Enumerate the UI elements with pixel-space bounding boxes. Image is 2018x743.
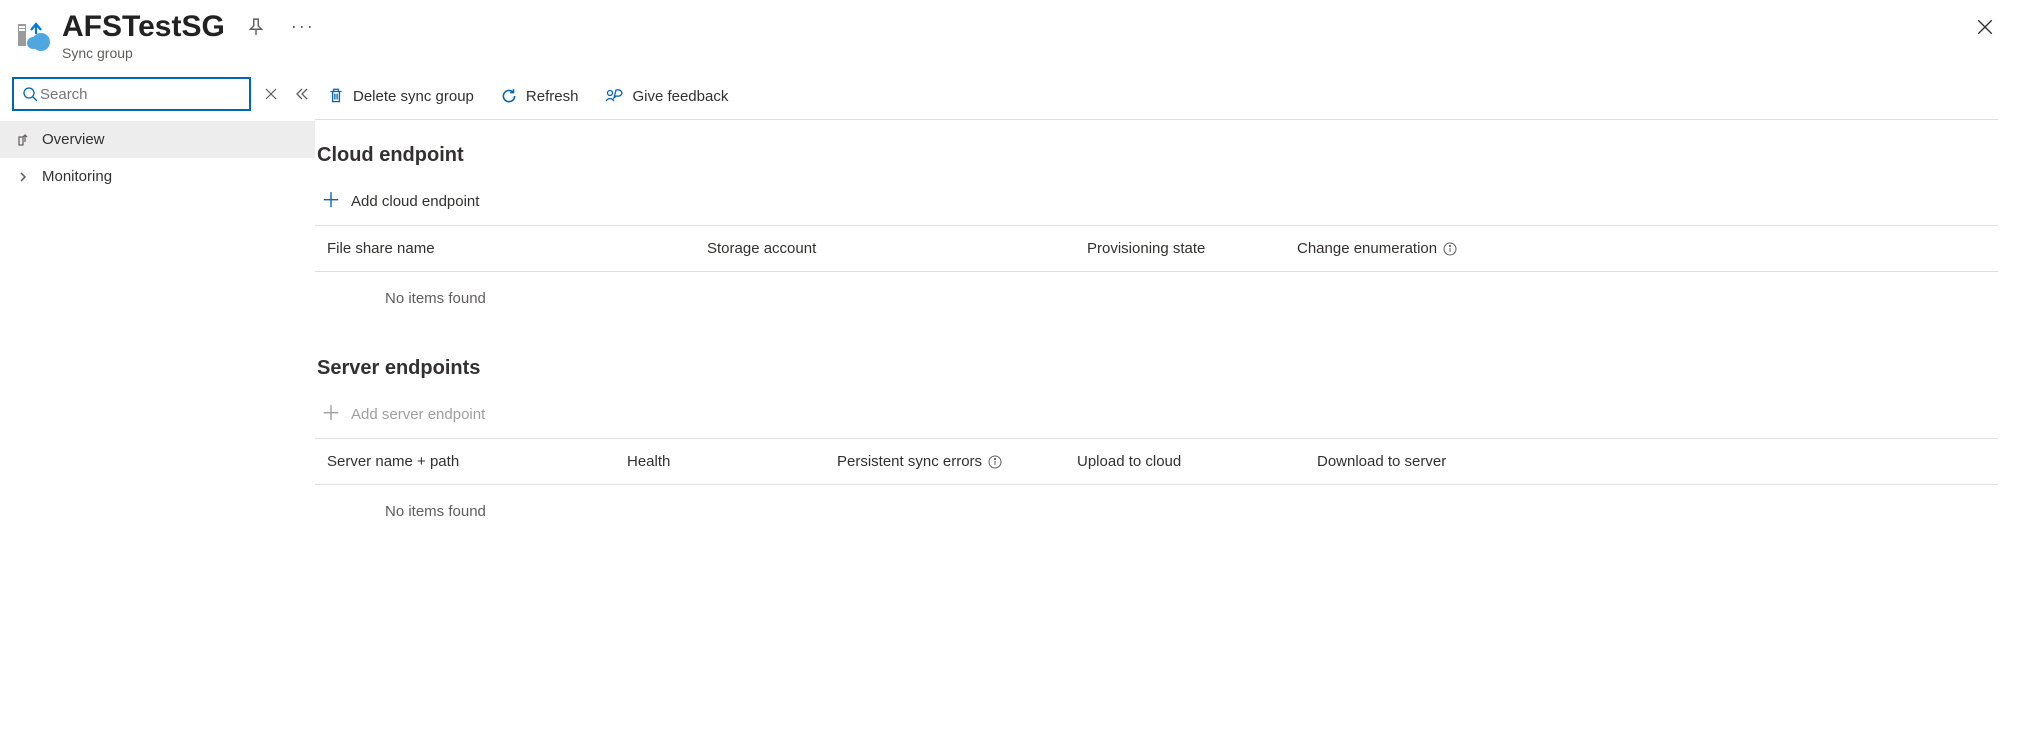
refresh-icon	[500, 87, 518, 105]
main-content: Delete sync group Refresh	[315, 69, 2018, 743]
column-header[interactable]: Download to server	[1317, 453, 1994, 470]
server-section-title: Server endpoints	[317, 357, 1998, 380]
delete-sync-group-button[interactable]: Delete sync group	[325, 83, 476, 109]
plus-icon: ＋	[321, 404, 341, 424]
feedback-button[interactable]: Give feedback	[602, 83, 730, 109]
column-header[interactable]: File share name	[327, 240, 707, 257]
button-label: Delete sync group	[353, 88, 474, 105]
cloud-section-title: Cloud endpoint	[317, 144, 1998, 167]
column-header[interactable]: Change enumeration	[1297, 240, 1994, 257]
search-box[interactable]	[12, 77, 251, 111]
more-button[interactable]: ···	[287, 12, 319, 41]
button-label: Add server endpoint	[351, 406, 485, 423]
server-empty-text: No items found	[315, 485, 1998, 520]
info-icon[interactable]	[988, 455, 1002, 469]
page-title: AFSTestSG	[62, 10, 225, 43]
plus-icon: ＋	[321, 191, 341, 211]
server-table-header: Server name + path Health Persistent syn…	[315, 439, 1998, 485]
cloud-table-header: File share name Storage account Provisio…	[315, 226, 1998, 272]
button-label: Add cloud endpoint	[351, 193, 479, 210]
add-cloud-endpoint-button[interactable]: ＋ Add cloud endpoint	[315, 181, 1998, 226]
info-icon[interactable]	[1443, 242, 1457, 256]
resource-type-label: Sync group	[62, 45, 319, 61]
sidebar: Overview Monitoring	[0, 69, 315, 743]
feedback-icon	[604, 87, 624, 105]
column-header[interactable]: Health	[627, 453, 837, 470]
search-input[interactable]	[38, 85, 241, 104]
button-label: Refresh	[526, 88, 579, 105]
page-header: AFSTestSG ··· Sync group	[0, 0, 2018, 69]
overview-icon	[14, 132, 32, 148]
add-server-endpoint-button: ＋ Add server endpoint	[315, 394, 1998, 439]
pin-button[interactable]	[243, 14, 269, 40]
close-button[interactable]	[1968, 10, 2002, 44]
cloud-empty-text: No items found	[315, 272, 1998, 307]
column-header[interactable]: Server name + path	[327, 453, 627, 470]
sidebar-item-label: Overview	[42, 131, 105, 148]
button-label: Give feedback	[632, 88, 728, 105]
sidebar-item-label: Monitoring	[42, 168, 112, 185]
trash-icon	[327, 87, 345, 105]
search-icon	[22, 86, 38, 102]
clear-search-button[interactable]	[261, 84, 281, 104]
refresh-button[interactable]: Refresh	[498, 83, 581, 109]
column-header[interactable]: Upload to cloud	[1077, 453, 1317, 470]
sidebar-item-overview[interactable]: Overview	[0, 121, 315, 158]
collapse-sidebar-button[interactable]	[291, 83, 313, 105]
chevron-right-icon	[14, 171, 32, 183]
column-header[interactable]: Persistent sync errors	[837, 453, 1077, 470]
column-header[interactable]: Storage account	[707, 240, 1087, 257]
toolbar: Delete sync group Refresh	[315, 77, 1998, 120]
resource-icon	[12, 10, 56, 54]
sidebar-item-monitoring[interactable]: Monitoring	[0, 158, 315, 195]
column-header[interactable]: Provisioning state	[1087, 240, 1297, 257]
